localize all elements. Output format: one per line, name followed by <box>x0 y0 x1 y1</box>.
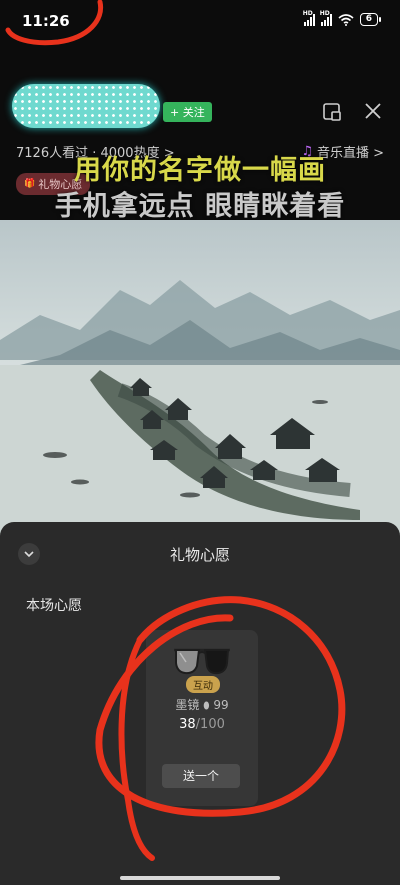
wifi-icon <box>338 13 354 26</box>
status-time: 11:26 <box>22 12 70 30</box>
sunglasses-icon <box>174 648 230 675</box>
gift-card[interactable]: 互动 墨镜 ⬮ 99 38/100 送一个 <box>146 630 258 806</box>
gift-wish-sheet: 礼物心愿 本场心愿 互动 墨镜 ⬮ 99 38/100 送一个 <box>0 522 400 885</box>
gift-name: 墨镜 <box>175 698 200 712</box>
close-icon[interactable] <box>364 102 382 120</box>
gift-price: 99 <box>213 698 229 712</box>
pip-icon[interactable] <box>322 102 342 122</box>
streamer-avatar[interactable] <box>12 84 160 128</box>
section-title: 本场心愿 <box>26 598 82 614</box>
status-icons: HD HD 6 <box>303 10 382 26</box>
landscape-painting <box>0 220 400 540</box>
battery-indicator: 6 <box>359 13 382 26</box>
home-indicator[interactable] <box>120 876 280 880</box>
video-caption-line2: 手机拿远点 眼睛眯着看 <box>54 191 346 222</box>
follow-button[interactable]: + 关注 <box>163 102 212 122</box>
gift-name-row: 墨镜 ⬮ 99 <box>146 696 258 713</box>
live-video[interactable]: 用你的名字做一幅画 手机拿远点 眼睛眯着看 <box>0 140 400 540</box>
gift-progress-total: /100 <box>195 717 225 732</box>
cellular-signal-icon: HD <box>303 10 315 26</box>
sheet-title: 礼物心愿 <box>169 546 230 564</box>
cellular-signal-icon: HD <box>320 10 332 26</box>
gift-progress-current: 38 <box>179 717 196 732</box>
video-caption-line1: 用你的名字做一幅画 <box>74 155 326 186</box>
status-bar: 11:26 HD HD 6 <box>0 0 400 44</box>
interactive-badge: 互动 <box>186 676 220 693</box>
coin-icon: ⬮ <box>203 701 210 712</box>
gift-progress: 38/100 <box>146 717 258 732</box>
send-gift-button[interactable]: 送一个 <box>162 764 240 788</box>
app-root: 11:26 HD HD 6 + 关注 7126人看过 · 4000热度 > ♫ … <box>0 0 400 885</box>
